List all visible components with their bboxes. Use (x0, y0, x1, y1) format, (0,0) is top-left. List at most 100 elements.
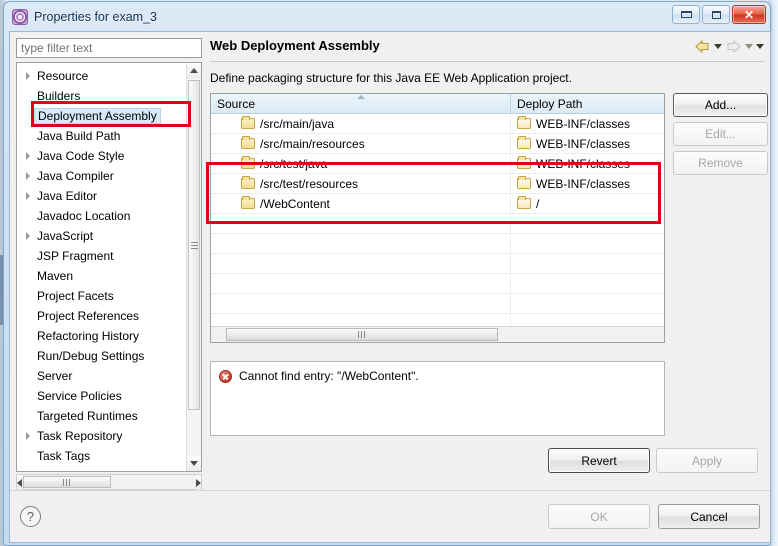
sidebar-item-targeted-runtimes[interactable]: Targeted Runtimes (17, 406, 186, 426)
table-hscroll-thumb[interactable] (226, 328, 498, 341)
sidebar-item-maven[interactable]: Maven (17, 266, 186, 286)
tree-scroll-up-button[interactable] (187, 63, 201, 78)
back-arrow-icon[interactable] (694, 39, 711, 54)
sidebar-item-task-repository[interactable]: Task Repository (17, 426, 186, 446)
expand-triangle-icon[interactable] (21, 232, 35, 240)
ok-button: OK (548, 504, 650, 529)
cell-deploy-path[interactable]: WEB-INF/classes (511, 134, 664, 153)
tree-scroll-down-button[interactable] (187, 456, 201, 471)
tree-hscroll-thumb[interactable] (23, 476, 111, 488)
cell-deploy-path[interactable]: WEB-INF/classes (511, 154, 664, 173)
cell-empty (211, 254, 511, 273)
cell-source[interactable]: /src/main/resources (211, 134, 511, 153)
table-row[interactable]: /src/main/javaWEB-INF/classes (211, 114, 664, 134)
cell-source[interactable]: /src/main/java (211, 114, 511, 133)
window-titlebar[interactable]: Properties for exam_3 ✕ (6, 4, 768, 30)
sidebar-item-builders[interactable]: Builders (17, 86, 186, 106)
folder-icon (241, 178, 255, 189)
sidebar-item-java-compiler[interactable]: Java Compiler (17, 166, 186, 186)
table-row[interactable]: /src/test/resourcesWEB-INF/classes (211, 174, 664, 194)
expand-triangle-icon[interactable] (21, 172, 35, 180)
sidebar-item-project-references[interactable]: Project References (17, 306, 186, 326)
table-row-empty (211, 254, 664, 274)
cell-empty (211, 294, 511, 313)
folder-icon (241, 158, 255, 169)
column-header-deploy-path[interactable]: Deploy Path (511, 94, 664, 113)
expand-triangle-icon[interactable] (21, 432, 35, 440)
column-header-source[interactable]: Source (211, 94, 511, 113)
back-history-chevron-down-icon[interactable] (714, 44, 722, 49)
table-scroll-right-button[interactable] (649, 327, 664, 342)
sidebar-item-run-debug-settings[interactable]: Run/Debug Settings (17, 346, 186, 366)
grip-icon (63, 479, 72, 486)
cell-deploy-path[interactable]: WEB-INF/classes (511, 114, 664, 133)
edit-button: Edit... (673, 122, 768, 146)
tree-scroll-right-button[interactable] (196, 475, 201, 490)
settings-tree-list: ResourceBuildersDeployment Assembly Java … (17, 63, 186, 471)
filter-input[interactable] (16, 38, 202, 58)
cell-empty (211, 214, 511, 233)
tree-horizontal-scrollbar[interactable] (16, 474, 202, 490)
table-row[interactable]: /src/test/javaWEB-INF/classes (211, 154, 664, 174)
tree-scroll-thumb[interactable] (188, 80, 200, 410)
sidebar-item-service-policies[interactable]: Service Policies (17, 386, 186, 406)
cell-empty (211, 234, 511, 253)
sidebar-item-validation[interactable]: Validation (17, 466, 186, 471)
close-icon: ✕ (744, 8, 754, 22)
sidebar-item-project-facets[interactable]: Project Facets (17, 286, 186, 306)
sidebar-item-label: Java Build Path (35, 129, 120, 143)
cell-deploy-path-text: WEB-INF/classes (536, 137, 630, 151)
sidebar-item-task-tags[interactable]: Task Tags (17, 446, 186, 466)
sidebar-item-label: Javadoc Location (35, 209, 130, 223)
forward-history-chevron-down-icon[interactable] (745, 44, 753, 49)
properties-dialog-window: Properties for exam_3 ✕ ResourceBuilders… (3, 1, 771, 546)
cell-deploy-path[interactable]: WEB-INF/classes (511, 174, 664, 193)
sidebar-item-server[interactable]: Server (17, 366, 186, 386)
tree-hscroll-track[interactable] (112, 475, 196, 489)
cell-empty (511, 274, 664, 293)
table-scroll-left-button[interactable] (211, 327, 226, 342)
cancel-button[interactable]: Cancel (658, 504, 760, 529)
sidebar-item-refactoring-history[interactable]: Refactoring History (17, 326, 186, 346)
cell-source[interactable]: /src/test/java (211, 154, 511, 173)
view-menu-chevron-down-icon[interactable] (756, 44, 764, 49)
tree-scroll-left-button[interactable] (17, 475, 22, 490)
sidebar-item-jsp-fragment[interactable]: JSP Fragment (17, 246, 186, 266)
assembly-table[interactable]: Source Deploy Path /src/main/javaWEB-INF… (210, 93, 665, 343)
forward-arrow-icon (725, 39, 742, 54)
sidebar-item-label: Targeted Runtimes (35, 409, 138, 423)
sidebar-item-resource[interactable]: Resource (17, 66, 186, 86)
table-row[interactable]: /src/main/resources WEB-INF/classes (211, 134, 664, 154)
table-row[interactable]: /WebContent/ (211, 194, 664, 214)
cell-source[interactable]: /WebContent (211, 194, 511, 213)
sidebar-item-javadoc-location[interactable]: Javadoc Location (17, 206, 186, 226)
minimize-button[interactable] (672, 5, 700, 24)
help-icon[interactable]: ? (20, 506, 41, 527)
cell-empty (511, 314, 664, 326)
folder-icon (241, 118, 255, 129)
tree-scroll-track[interactable] (187, 78, 201, 456)
table-horizontal-scrollbar[interactable] (211, 326, 664, 342)
table-body: /src/main/javaWEB-INF/classes/src/main/r… (211, 114, 664, 326)
settings-tree[interactable]: ResourceBuildersDeployment Assembly Java … (16, 62, 202, 472)
tree-vertical-scrollbar[interactable] (186, 63, 201, 471)
table-hscroll-track[interactable] (226, 327, 649, 342)
cell-deploy-path[interactable]: / (511, 194, 664, 213)
sidebar-item-java-build-path[interactable]: Java Build Path (17, 126, 186, 146)
close-button[interactable]: ✕ (732, 5, 766, 24)
sidebar-item-java-code-style[interactable]: Java Code Style (17, 146, 186, 166)
sidebar-item-javascript[interactable]: JavaScript (17, 226, 186, 246)
expand-triangle-icon[interactable] (21, 152, 35, 160)
maximize-button[interactable] (702, 5, 730, 24)
add-button[interactable]: Add... (673, 93, 768, 117)
expand-triangle-icon[interactable] (21, 192, 35, 200)
sidebar-item-deployment-assembly[interactable]: Deployment Assembly (17, 106, 186, 126)
expand-triangle-icon[interactable] (21, 72, 35, 80)
folder-icon (241, 138, 255, 149)
dialog-content: ResourceBuildersDeployment Assembly Java … (10, 32, 770, 490)
page-navigation-tools (694, 38, 764, 54)
table-header-row: Source Deploy Path (211, 94, 664, 114)
revert-button[interactable]: Revert (548, 448, 650, 473)
cell-source[interactable]: /src/test/resources (211, 174, 511, 193)
sidebar-item-java-editor[interactable]: Java Editor (17, 186, 186, 206)
